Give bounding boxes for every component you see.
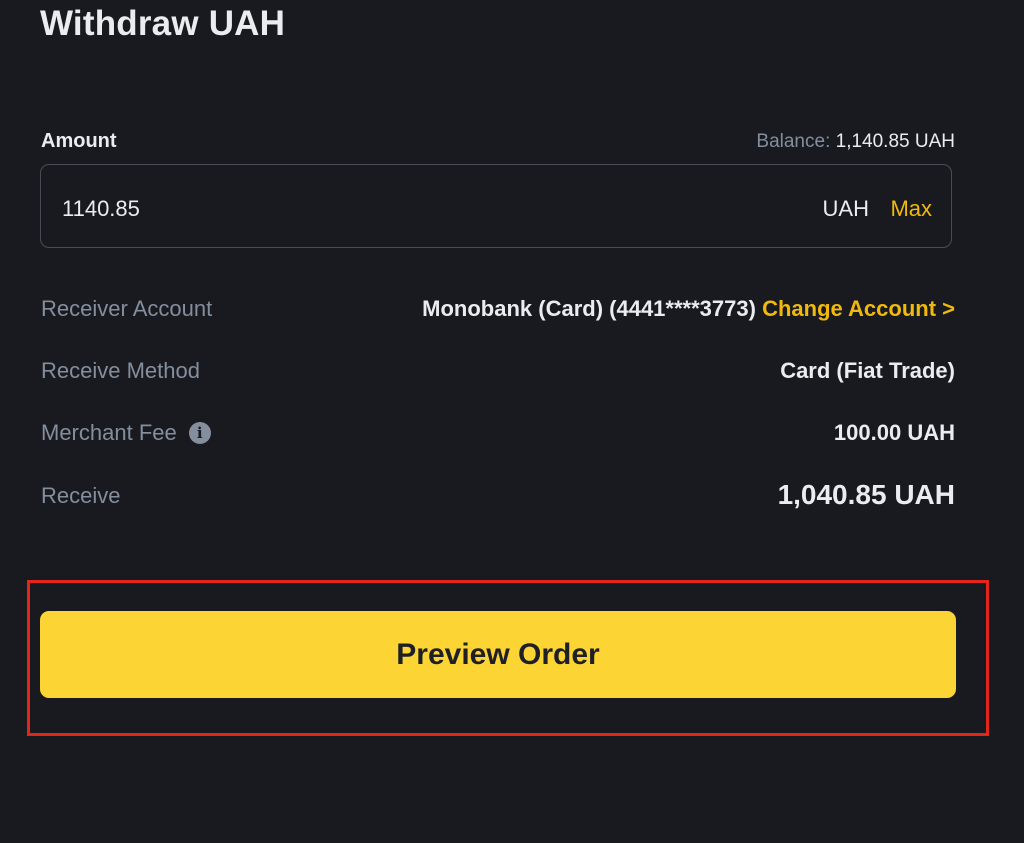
- amount-input[interactable]: 1140.85 UAH Max: [40, 164, 952, 248]
- receive-label: Receive: [41, 483, 121, 508]
- receiver-account-row: Receiver Account Monobank (Card) (4441**…: [41, 292, 955, 326]
- amount-value[interactable]: 1140.85: [62, 196, 140, 222]
- balance-display: Balance: 1,140.85 UAH: [756, 131, 955, 153]
- info-icon[interactable]: i: [188, 422, 211, 444]
- receiver-account-label: Receiver Account: [41, 296, 213, 321]
- max-button[interactable]: Max: [890, 196, 932, 222]
- receive-value: 1,040.85 UAH: [777, 479, 955, 510]
- balance-value: 1,140.85 UAH: [835, 131, 955, 152]
- receive-row: Receive 1,040.85 UAH: [41, 479, 955, 513]
- receive-method-value: Card (Fiat Trade): [780, 358, 955, 383]
- receive-method-label: Receive Method: [41, 358, 200, 383]
- amount-label: Amount: [41, 130, 117, 152]
- merchant-fee-label: Merchant Fee: [41, 420, 177, 445]
- merchant-fee-label-group: Merchant Fee i: [41, 420, 211, 446]
- page-title: Withdraw UAH: [40, 4, 286, 43]
- receiver-account-name: Monobank (Card) (4441****3773): [422, 296, 756, 321]
- change-account-link[interactable]: Change Account >: [762, 296, 955, 321]
- receiver-account-value: Monobank (Card) (4441****3773) Change Ac…: [422, 296, 955, 322]
- merchant-fee-row: Merchant Fee i 100.00 UAH: [41, 416, 955, 450]
- balance-label: Balance:: [756, 131, 831, 152]
- amount-currency: UAH: [822, 196, 869, 221]
- receive-method-row: Receive Method Card (Fiat Trade): [41, 354, 955, 388]
- preview-order-button[interactable]: Preview Order: [40, 611, 956, 698]
- merchant-fee-value: 100.00 UAH: [833, 420, 955, 445]
